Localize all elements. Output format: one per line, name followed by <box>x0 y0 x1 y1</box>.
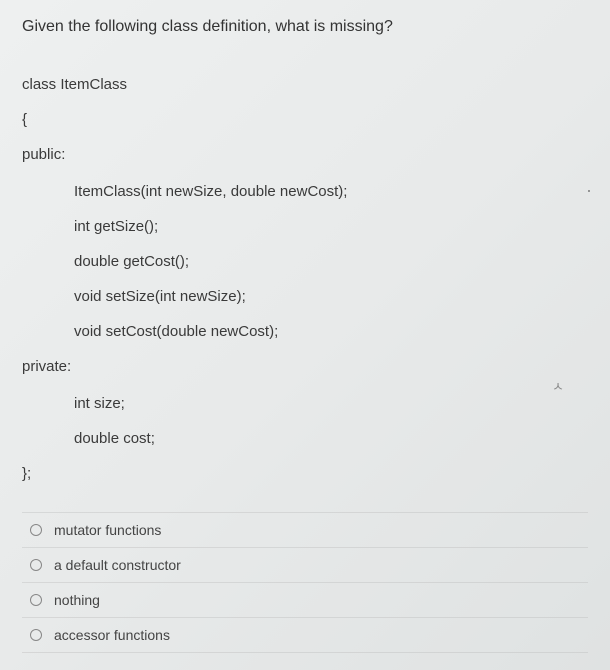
code-line: { <box>22 109 588 130</box>
code-line: void setSize(int newSize); <box>22 286 588 307</box>
code-line: public: <box>22 144 588 165</box>
code-line: class ItemClass <box>22 74 588 95</box>
option-a[interactable]: mutator functions <box>22 512 588 547</box>
code-line: int size; <box>22 393 588 414</box>
code-line: int getSize(); <box>22 216 588 237</box>
option-b[interactable]: a default constructor <box>22 547 588 582</box>
radio-icon <box>30 559 42 571</box>
option-label: nothing <box>54 592 100 608</box>
answer-options: mutator functions a default constructor … <box>22 512 588 653</box>
option-d[interactable]: accessor functions <box>22 617 588 653</box>
option-label: a default constructor <box>54 557 181 573</box>
option-label: mutator functions <box>54 522 161 538</box>
code-line: ItemClass(int newSize, double newCost); <box>22 181 588 202</box>
question-prompt: Given the following class definition, wh… <box>22 18 588 36</box>
radio-icon <box>30 629 42 641</box>
code-line: void setCost(double newCost); <box>22 321 588 342</box>
option-c[interactable]: nothing <box>22 582 588 617</box>
code-line: double cost; <box>22 428 588 449</box>
code-line: double getCost(); <box>22 251 588 272</box>
radio-icon <box>30 594 42 606</box>
artifact-mark: ㅅ <box>552 376 564 395</box>
artifact-mark: · <box>586 180 592 201</box>
code-line: }; <box>22 463 588 484</box>
option-label: accessor functions <box>54 627 170 643</box>
radio-icon <box>30 524 42 536</box>
code-block: class ItemClass { public: ItemClass(int … <box>22 74 588 484</box>
code-line: private: <box>22 356 588 377</box>
